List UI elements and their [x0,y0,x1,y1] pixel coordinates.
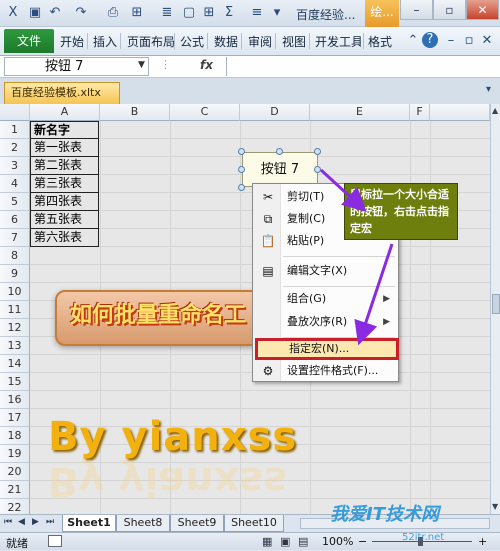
sheet-tab[interactable]: Sheet8 [116,515,170,532]
arrow-to-assign-macro [354,243,394,346]
scroll-thumb[interactable] [492,294,500,314]
next-sheet-icon[interactable]: ▶ [32,517,39,527]
scroll-up-icon[interactable]: ▲ [492,106,498,115]
watermark-logo: 我爱IT技术网 [330,504,439,525]
first-sheet-icon[interactable]: ⏮ [4,517,12,527]
last-sheet-icon[interactable]: ⏭ [46,517,54,527]
macro-record-icon[interactable] [48,535,62,547]
watermark-url: 52itr.net [402,532,445,543]
sheet-tab-active[interactable]: Sheet1 [62,515,116,532]
sheet-tab[interactable]: Sheet10 [224,515,284,532]
zoom-out-icon[interactable]: − [358,535,367,548]
page-break-view-icon[interactable]: ▤ [298,535,308,548]
normal-view-icon[interactable]: ▦ [262,535,272,548]
prev-sheet-icon[interactable]: ◀ [18,517,25,527]
zoom-level[interactable]: 100% [322,535,353,548]
zoom-in-icon[interactable]: + [478,535,487,548]
annotation-arrows [319,168,394,346]
arrow-to-callout [319,168,367,213]
vertical-scrollbar[interactable]: ▲ ▼ [490,104,500,514]
scroll-down-icon[interactable]: ▼ [492,502,498,511]
sheet-tab[interactable]: Sheet9 [170,515,224,532]
status-mode: 就绪 [6,537,28,550]
page-layout-view-icon[interactable]: ▣ [280,535,290,548]
